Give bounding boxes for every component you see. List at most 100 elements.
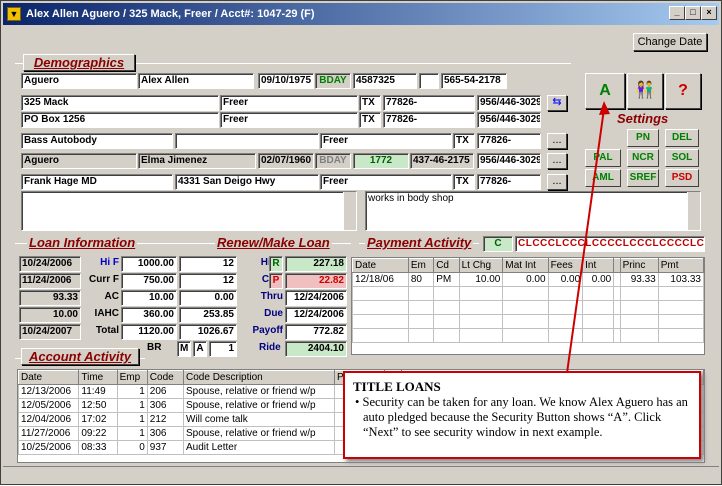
psd-button[interactable]: PSD bbox=[665, 169, 699, 187]
aml-button[interactable]: AML bbox=[585, 169, 621, 187]
sref-button[interactable]: SREF bbox=[627, 169, 659, 187]
payment-column-header[interactable]: Mat Int bbox=[502, 258, 549, 273]
employer-zip-field[interactable]: 77826- bbox=[477, 133, 541, 149]
renew-value-field[interactable]: 22.82 bbox=[285, 273, 347, 289]
reference-address-field[interactable]: 4331 San Deigo Hwy bbox=[175, 174, 319, 190]
employer-state-field[interactable]: TX bbox=[453, 133, 475, 149]
employer-more-button[interactable]: ... bbox=[547, 133, 567, 149]
loan-date-field[interactable]: 11/24/2006 bbox=[19, 273, 81, 289]
reference-state-field[interactable]: TX bbox=[453, 174, 475, 190]
loan-date-field[interactable]: 93.33 bbox=[19, 290, 81, 306]
first-name-field[interactable]: Alex Allen bbox=[138, 73, 254, 89]
dl-state-field[interactable] bbox=[419, 73, 439, 89]
swap-address-icon[interactable]: ⇆ bbox=[547, 95, 567, 111]
dl-field[interactable]: 4587325 bbox=[353, 73, 417, 89]
a-field[interactable]: A bbox=[193, 341, 207, 357]
loan-value1-field[interactable]: 750.00 bbox=[121, 273, 177, 289]
spouse-id-field[interactable]: 1772 bbox=[353, 153, 409, 169]
security-button[interactable]: A bbox=[585, 73, 625, 109]
loan-value1-field[interactable]: 1120.00 bbox=[121, 324, 177, 340]
dob-field[interactable]: 09/10/1975 bbox=[258, 73, 314, 89]
spouse-more-button[interactable]: ... bbox=[547, 153, 567, 169]
account-activity-tab[interactable]: Account Activity bbox=[21, 348, 139, 365]
payment-c-field[interactable]: C bbox=[483, 236, 513, 252]
loan-date-field[interactable]: 10/24/2007 bbox=[19, 324, 81, 340]
br-count-field[interactable]: 1 bbox=[209, 341, 237, 357]
payment-row[interactable] bbox=[352, 328, 705, 343]
loan-value2-field[interactable]: 1026.67 bbox=[179, 324, 237, 340]
loan-value1-field[interactable]: 360.00 bbox=[121, 307, 177, 323]
payment-column-header[interactable]: Princ bbox=[619, 258, 659, 273]
close-button[interactable]: × bbox=[701, 6, 717, 20]
reference-name-field[interactable]: Frank Hage MD bbox=[21, 174, 173, 190]
payment-row[interactable]: 12/18/06 80 PM 10.00 0.00 0.00 0.00 93.33 103.33 bbox=[352, 272, 705, 287]
zip2-field[interactable]: 77826- bbox=[383, 112, 475, 128]
renew-value-field[interactable]: 12/24/2006 bbox=[285, 290, 347, 306]
payment-row[interactable] bbox=[352, 300, 705, 315]
payment-row[interactable] bbox=[352, 286, 705, 301]
spouse-bday-button[interactable]: BDAY bbox=[315, 153, 351, 169]
pn-button[interactable]: PN bbox=[627, 129, 659, 147]
reference-city-field[interactable]: Freer bbox=[320, 174, 452, 190]
payment-column-header[interactable]: Em bbox=[407, 258, 435, 273]
account-column-header[interactable]: Date bbox=[17, 370, 80, 385]
maximize-button[interactable]: □ bbox=[685, 6, 701, 20]
employer-city-field[interactable]: Freer bbox=[320, 133, 452, 149]
m-field[interactable]: M bbox=[177, 341, 191, 357]
ncr-button[interactable]: NCR bbox=[627, 149, 659, 167]
spouse-first-field[interactable]: Elma Jimenez bbox=[138, 153, 256, 169]
renew-value-field[interactable]: 772.82 bbox=[285, 324, 347, 340]
spouse-ssn-field[interactable]: 437-46-2175 bbox=[410, 153, 474, 169]
sol-button[interactable]: SOL bbox=[665, 149, 699, 167]
spouse-phone-field[interactable]: 956/446-3029 bbox=[477, 153, 541, 169]
notes1-textarea[interactable] bbox=[21, 191, 357, 231]
minimize-button[interactable]: _ bbox=[669, 6, 685, 20]
notes2-textarea[interactable]: works in body shop bbox=[365, 191, 701, 231]
ssn-field[interactable]: 565-54-2178 bbox=[441, 73, 507, 89]
pal-button[interactable]: PAL bbox=[585, 149, 621, 167]
del-button[interactable]: DEL bbox=[665, 129, 699, 147]
city-field[interactable]: Freer bbox=[220, 95, 358, 111]
city2-field[interactable]: Freer bbox=[220, 112, 358, 128]
reference-more-button[interactable]: ... bbox=[547, 174, 567, 190]
account-column-header[interactable]: Code Description bbox=[183, 370, 335, 385]
change-date-button[interactable]: Change Date bbox=[633, 33, 707, 51]
loan-value2-field[interactable]: 12 bbox=[179, 256, 237, 272]
people-icon[interactable]: 👫 bbox=[627, 73, 663, 109]
reference-zip-field[interactable]: 77826- bbox=[477, 174, 541, 190]
notes2-scrollbar[interactable] bbox=[687, 192, 700, 230]
help-button[interactable]: ? bbox=[665, 73, 701, 109]
demographics-tab[interactable]: Demographics bbox=[23, 54, 135, 71]
payment-row[interactable] bbox=[352, 314, 705, 329]
street-field[interactable]: 325 Mack bbox=[21, 95, 219, 111]
bday-button[interactable]: BDAY bbox=[315, 73, 351, 89]
state2-field[interactable]: TX bbox=[359, 112, 381, 128]
loan-value2-field[interactable]: 253.85 bbox=[179, 307, 237, 323]
payment-column-header[interactable]: Pmt bbox=[657, 258, 705, 273]
zip-field[interactable]: 77826- bbox=[383, 95, 475, 111]
loan-value2-field[interactable]: 12 bbox=[179, 273, 237, 289]
loan-date-field[interactable]: 10/24/2006 bbox=[19, 256, 81, 272]
employer-field[interactable]: Bass Autobody bbox=[21, 133, 173, 149]
account-column-header[interactable]: Code bbox=[146, 370, 185, 385]
account-column-header[interactable]: Time bbox=[78, 370, 118, 385]
payment-column-header[interactable]: Lt Chg bbox=[458, 258, 504, 273]
renew-value-field[interactable]: 227.18 bbox=[285, 256, 347, 272]
po-box-field[interactable]: PO Box 1256 bbox=[21, 112, 219, 128]
payment-column-header[interactable]: Int bbox=[582, 258, 615, 273]
notes1-scrollbar[interactable] bbox=[343, 192, 356, 230]
account-column-header[interactable]: Emp bbox=[116, 370, 148, 385]
payment-column-header[interactable]: Date bbox=[352, 258, 409, 273]
loan-value1-field[interactable]: 1000.00 bbox=[121, 256, 177, 272]
state-field[interactable]: TX bbox=[359, 95, 381, 111]
loan-value1-field[interactable]: 10.00 bbox=[121, 290, 177, 306]
phone2-field[interactable]: 956/446-3029 bbox=[477, 112, 541, 128]
loan-value2-field[interactable]: 0.00 bbox=[179, 290, 237, 306]
payment-column-header[interactable]: Cd bbox=[433, 258, 460, 273]
employer-address-field[interactable] bbox=[175, 133, 319, 149]
spouse-last-field[interactable]: Aguero bbox=[21, 153, 137, 169]
ride-field[interactable]: 2404.10 bbox=[285, 341, 347, 357]
loan-date-field[interactable]: 10.00 bbox=[19, 307, 81, 323]
payment-column-header[interactable]: Fees bbox=[547, 258, 584, 273]
renew-value-field[interactable]: 12/24/2006 bbox=[285, 307, 347, 323]
